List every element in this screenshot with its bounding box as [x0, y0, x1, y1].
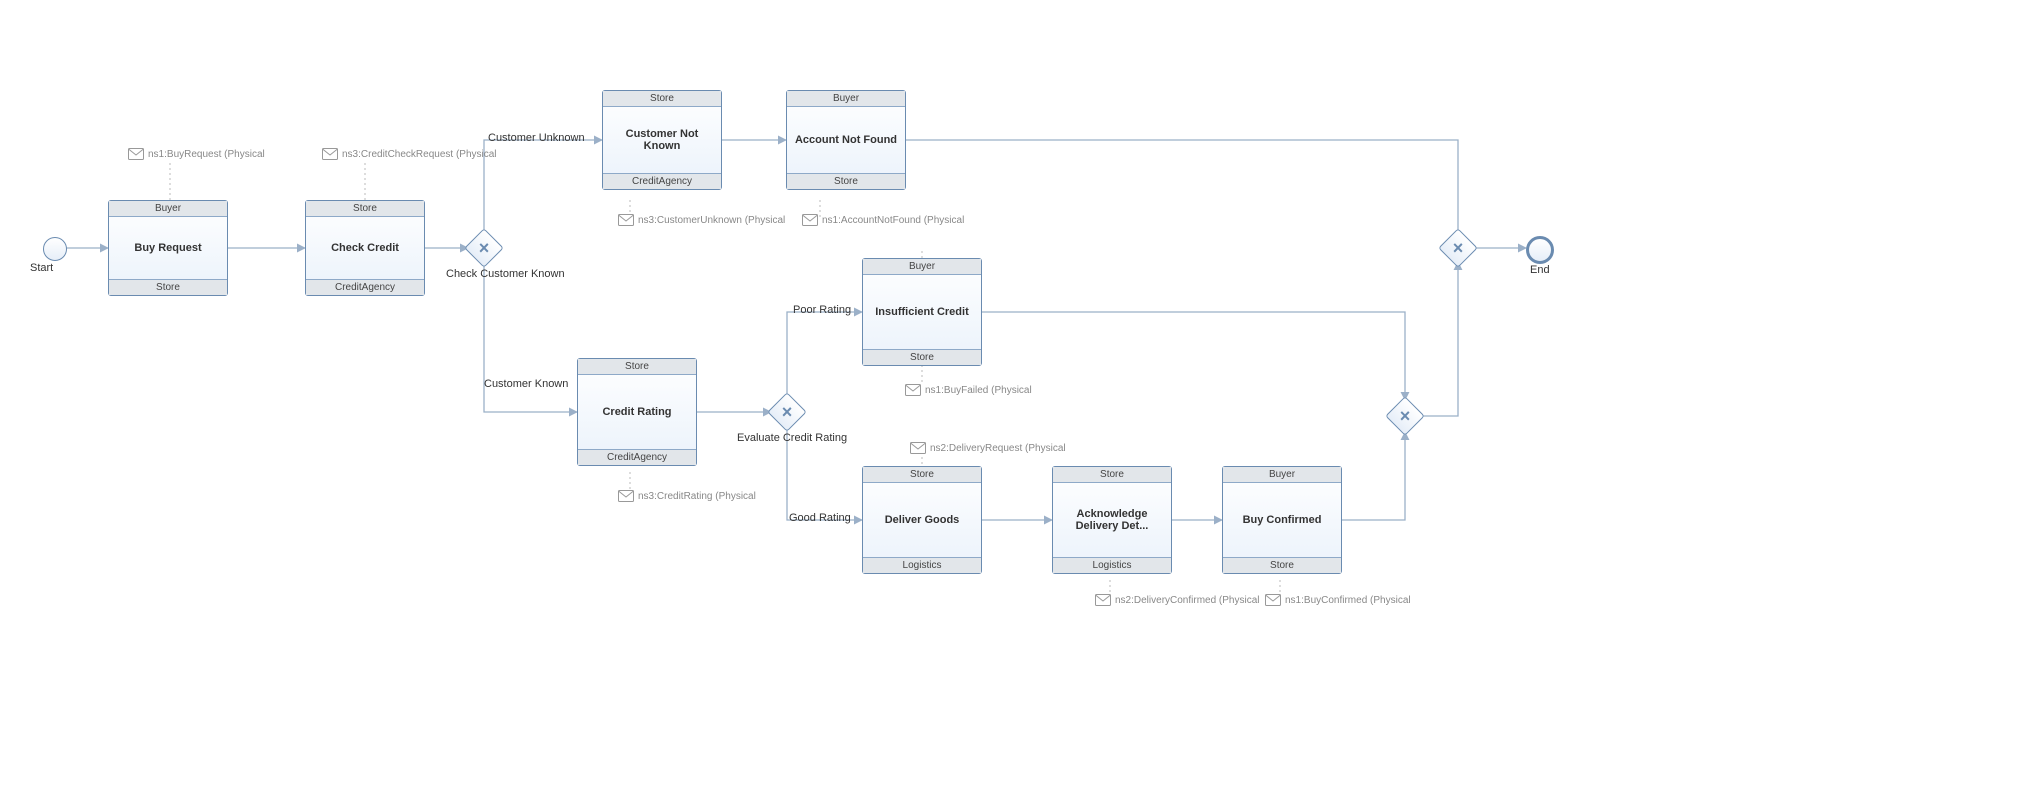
task-to: CreditAgency	[603, 173, 721, 189]
bpmn-canvas: Start End × Check Customer Known × Evalu…	[0, 0, 2031, 793]
task-buy-confirmed[interactable]: Buyer Buy Confirmed Store	[1222, 466, 1342, 574]
envelope-icon	[618, 214, 634, 226]
msg-delivery-request: ns2:DeliveryRequest (Physical	[910, 442, 1066, 454]
task-title: Insufficient Credit	[863, 275, 981, 349]
gateway-check-customer[interactable]: ×	[470, 234, 498, 262]
task-to: Store	[787, 173, 905, 189]
envelope-icon	[618, 490, 634, 502]
branch-poor-rating: Poor Rating	[793, 304, 851, 316]
msg-text: ns3:CustomerUnknown (Physical	[638, 215, 785, 226]
gateway-merge-rating[interactable]: ×	[1391, 402, 1419, 430]
msg-credit-rating: ns3:CreditRating (Physical	[618, 490, 756, 502]
gateway-evaluate-rating-label: Evaluate Credit Rating	[737, 432, 847, 444]
msg-text: ns3:CreditCheckRequest (Physical	[342, 149, 497, 160]
task-to: CreditAgency	[578, 449, 696, 465]
msg-buy-confirmed: ns1:BuyConfirmed (Physical	[1265, 594, 1411, 606]
branch-customer-known: Customer Known	[484, 378, 568, 390]
end-event[interactable]	[1526, 236, 1554, 264]
envelope-icon	[322, 148, 338, 160]
branch-good-rating: Good Rating	[789, 512, 851, 524]
envelope-icon	[1095, 594, 1111, 606]
task-from: Store	[863, 467, 981, 483]
msg-text: ns1:AccountNotFound (Physical	[822, 215, 964, 226]
task-from: Buyer	[109, 201, 227, 217]
start-event[interactable]	[43, 237, 67, 261]
task-customer-not-known[interactable]: Store Customer Not Known CreditAgency	[602, 90, 722, 190]
task-from: Buyer	[787, 91, 905, 107]
task-title: Check Credit	[306, 217, 424, 279]
msg-text: ns3:CreditRating (Physical	[638, 491, 756, 502]
end-label: End	[1530, 264, 1550, 276]
msg-text: ns1:BuyRequest (Physical	[148, 149, 265, 160]
task-to: Store	[109, 279, 227, 295]
msg-text: ns1:BuyConfirmed (Physical	[1285, 595, 1411, 606]
msg-customer-unknown: ns3:CustomerUnknown (Physical	[618, 214, 785, 226]
msg-account-not-found: ns1:AccountNotFound (Physical	[802, 214, 964, 226]
task-to: Store	[863, 349, 981, 365]
gateway-check-customer-label: Check Customer Known	[446, 268, 565, 280]
branch-customer-unknown: Customer Unknown	[488, 132, 585, 144]
msg-text: ns1:BuyFailed (Physical	[925, 385, 1032, 396]
msg-buy-failed: ns1:BuyFailed (Physical	[905, 384, 1032, 396]
task-title: Acknowledge Delivery Det...	[1053, 483, 1171, 557]
task-from: Store	[603, 91, 721, 107]
task-account-not-found[interactable]: Buyer Account Not Found Store	[786, 90, 906, 190]
msg-text: ns2:DeliveryRequest (Physical	[930, 443, 1066, 454]
envelope-icon	[905, 384, 921, 396]
task-credit-rating[interactable]: Store Credit Rating CreditAgency	[577, 358, 697, 466]
msg-buy-request: ns1:BuyRequest (Physical	[128, 148, 265, 160]
envelope-icon	[910, 442, 926, 454]
task-from: Buyer	[863, 259, 981, 275]
task-title: Deliver Goods	[863, 483, 981, 557]
task-to: Logistics	[1053, 557, 1171, 573]
task-from: Store	[306, 201, 424, 217]
task-title: Buy Request	[109, 217, 227, 279]
task-buy-request[interactable]: Buyer Buy Request Store	[108, 200, 228, 296]
msg-delivery-confirmed: ns2:DeliveryConfirmed (Physical	[1095, 594, 1260, 606]
task-to: Logistics	[863, 557, 981, 573]
task-to: CreditAgency	[306, 279, 424, 295]
task-title: Buy Confirmed	[1223, 483, 1341, 557]
task-to: Store	[1223, 557, 1341, 573]
task-title: Account Not Found	[787, 107, 905, 173]
envelope-icon	[1265, 594, 1281, 606]
gateway-merge-final[interactable]: ×	[1444, 234, 1472, 262]
task-check-credit[interactable]: Store Check Credit CreditAgency	[305, 200, 425, 296]
start-label: Start	[30, 262, 53, 274]
task-from: Buyer	[1223, 467, 1341, 483]
task-deliver-goods[interactable]: Store Deliver Goods Logistics	[862, 466, 982, 574]
task-ack-delivery[interactable]: Store Acknowledge Delivery Det... Logist…	[1052, 466, 1172, 574]
envelope-icon	[128, 148, 144, 160]
connectors	[0, 0, 2031, 793]
msg-check-credit: ns3:CreditCheckRequest (Physical	[322, 148, 497, 160]
task-from: Store	[1053, 467, 1171, 483]
task-title: Customer Not Known	[603, 107, 721, 173]
task-insufficient-credit[interactable]: Buyer Insufficient Credit Store	[862, 258, 982, 366]
msg-text: ns2:DeliveryConfirmed (Physical	[1115, 595, 1260, 606]
envelope-icon	[802, 214, 818, 226]
task-title: Credit Rating	[578, 375, 696, 449]
task-from: Store	[578, 359, 696, 375]
gateway-evaluate-rating[interactable]: ×	[773, 398, 801, 426]
